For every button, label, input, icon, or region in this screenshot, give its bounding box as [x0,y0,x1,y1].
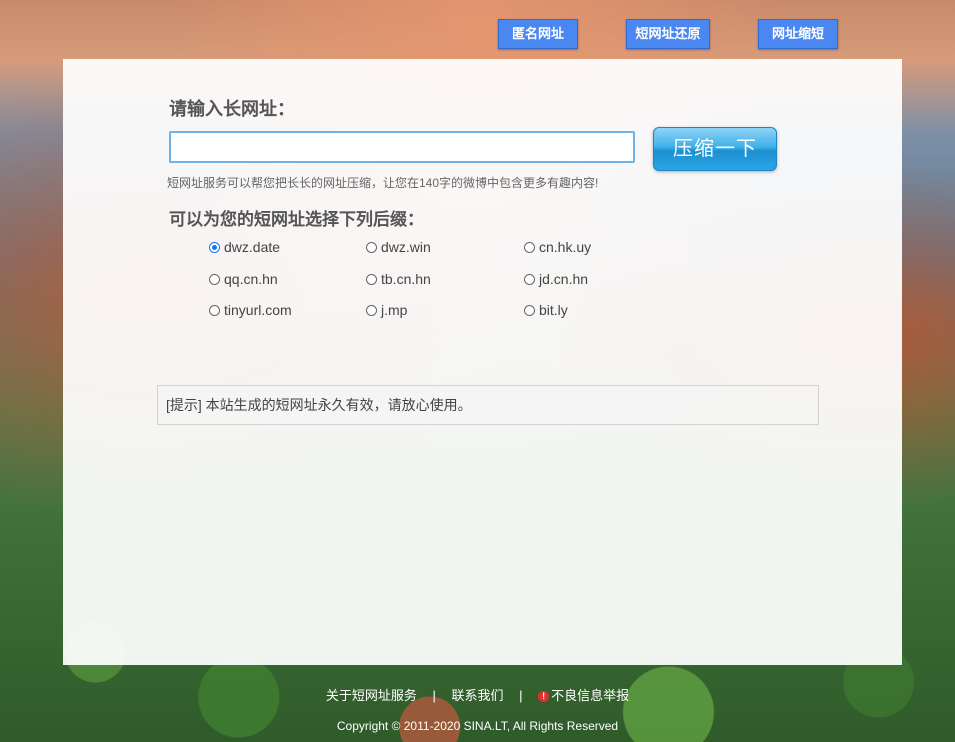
footer-links: 关于短网址服务 | 联系我们 | ! 不良信息举报 [0,685,955,704]
suffix-option[interactable]: j.mp [366,300,407,320]
suffix-option[interactable]: dwz.win [366,237,431,257]
copyright: Copyright © 2011-2020 SINA.LT, All Right… [336,719,619,733]
suffix-label: cn.hk.uy [539,239,592,255]
suffix-title: 可以为您的短网址选择下列后缀： [169,210,424,230]
suffix-option[interactable]: cn.hk.uy [524,237,591,257]
main-panel: 请输入长网址： 压缩一下 短网址服务可以帮您把长长的网址压缩，让您在140字的微… [63,59,902,665]
suffix-option[interactable]: dwz.date [209,237,280,257]
radio-button[interactable] [524,241,535,253]
radio-button[interactable] [366,304,377,316]
radio-button[interactable] [366,241,377,253]
alert-icon: ! [538,691,550,702]
radio-button[interactable] [209,273,220,285]
suffix-label: jd.cn.hn [539,271,589,287]
suffix-label: tinyurl.com [224,302,292,318]
footer-separator: | [519,688,523,703]
report-link[interactable]: ! 不良信息举报 [538,685,629,704]
suffix-label: dwz.date [224,239,281,255]
suffix-label: qq.cn.hn [224,271,278,287]
contact-link[interactable]: 联系我们 [451,685,503,704]
help-text: 短网址服务可以帮您把长长的网址压缩，让您在140字的微博中包含更多有趣内容! [167,176,599,190]
tip-box: [提示] 本站生成的短网址永久有效，请放心使用。 [157,385,819,425]
suffix-label: bit.ly [539,302,568,318]
suffix-option[interactable]: jd.cn.hn [524,269,588,289]
restore-url-button[interactable]: 短网址还原 [626,19,710,49]
radio-button[interactable] [209,241,220,253]
compress-button[interactable]: 压缩一下 [653,127,777,171]
radio-button[interactable] [366,273,377,285]
suffix-label: tb.cn.hn [381,271,431,287]
suffix-option[interactable]: bit.ly [524,300,568,320]
radio-button[interactable] [209,304,220,316]
shorten-url-button[interactable]: 网址缩短 [758,19,838,49]
suffix-label: j.mp [381,302,408,318]
footer-separator: | [432,688,436,703]
anonymous-url-button[interactable]: 匿名网址 [498,19,578,49]
top-nav: 匿名网址 短网址还原 网址缩短 [0,19,955,49]
suffix-option[interactable]: tb.cn.hn [366,269,431,289]
report-label: 不良信息举报 [551,688,630,703]
long-url-label: 请输入长网址： [169,99,295,120]
long-url-input[interactable] [169,131,635,163]
suffix-option[interactable]: tinyurl.com [209,300,292,320]
about-link[interactable]: 关于短网址服务 [326,685,417,704]
radio-button[interactable] [524,304,535,316]
radio-button[interactable] [524,273,535,285]
suffix-option[interactable]: qq.cn.hn [209,269,278,289]
suffix-label: dwz.win [381,239,431,255]
